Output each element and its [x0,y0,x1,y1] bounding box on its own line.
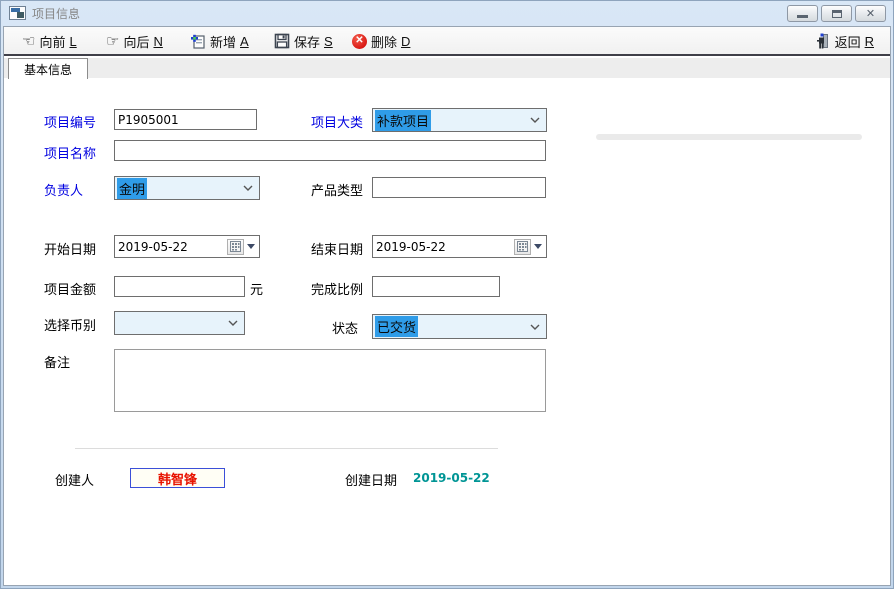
save-button[interactable]: 保存S [270,29,337,53]
product-type-input[interactable] [372,177,546,198]
start-date-value: 2019-05-22 [115,240,227,254]
project-category-select[interactable]: 补款项目 [372,108,547,132]
owner-value: 金明 [117,178,147,199]
window-icon [9,6,26,20]
currency-select[interactable] [114,311,245,335]
currency-label: 选择币别 [44,315,96,334]
tab-basic-info-label: 基本信息 [24,61,72,78]
project-name-label: 项目名称 [44,143,96,162]
creator-label: 创建人 [55,470,94,489]
next-button[interactable]: ☞ 向后N [102,29,167,53]
creator-value: 韩智锋 [158,469,197,488]
save-icon [274,33,290,49]
status-label: 状态 [332,318,358,337]
amount-unit: 元 [250,279,263,298]
start-date-label: 开始日期 [44,239,96,258]
return-button-label: 返回 [835,32,861,51]
close-icon: ✕ [866,8,875,19]
project-category-label: 项目大类 [311,112,363,131]
project-category-value: 补款项目 [375,110,431,131]
delete-button[interactable]: ✕ 删除D [348,29,414,53]
end-date-value: 2019-05-22 [373,240,514,254]
window-title: 项目信息 [32,5,80,22]
basic-info-page: 项目编号 项目大类 补款项目 项目名称 负责人 金明 产品类型 开始日期 201… [4,79,890,585]
decorative-strip [596,134,862,140]
calendar-icon[interactable] [227,239,244,255]
owner-select[interactable]: 金明 [114,176,260,200]
delete-icon: ✕ [352,34,367,49]
chevron-down-icon [530,324,540,330]
dropdown-arrow-icon [247,244,255,249]
section-divider [75,448,498,449]
tab-basic-info[interactable]: 基本信息 [8,58,88,79]
chevron-down-icon [228,320,238,326]
create-date-value: 2019-05-22 [413,471,490,485]
delete-button-label: 删除 [371,32,397,51]
toolbar: ☜ 向前L ☞ 向后N 新增A [4,27,890,56]
save-button-label: 保存 [294,32,320,51]
hand-left-icon: ☜ [22,34,35,49]
add-icon [190,33,206,49]
status-select[interactable]: 已交货 [372,314,547,339]
chevron-down-icon [530,117,540,123]
prev-button-label: 向前 [39,32,65,51]
maximize-icon [832,10,842,18]
completion-label: 完成比例 [311,279,363,298]
amount-input[interactable] [114,276,245,297]
minimize-icon [797,15,808,18]
amount-label: 项目金额 [44,279,96,298]
project-info-window: 项目信息 ✕ ☜ 向前L ☞ 向后N [0,0,894,589]
remarks-textarea[interactable] [114,349,546,412]
hand-right-icon: ☞ [106,34,119,49]
creator-value-box: 韩智锋 [130,468,225,488]
return-button[interactable]: 返回R [811,29,878,53]
dropdown-arrow-icon [534,244,542,249]
close-button[interactable]: ✕ [855,5,886,22]
calendar-icon[interactable] [514,239,531,255]
owner-label: 负责人 [44,180,83,199]
maximize-button[interactable] [821,5,852,22]
chevron-down-icon [243,185,253,191]
titlebar: 项目信息 ✕ [0,0,894,26]
project-no-label: 项目编号 [44,112,96,131]
add-button[interactable]: 新增A [186,29,253,53]
next-button-label: 向后 [123,32,149,51]
project-name-input[interactable] [114,140,546,161]
completion-input[interactable] [372,276,500,297]
end-date-label: 结束日期 [311,239,363,258]
prev-button[interactable]: ☜ 向前L [18,29,81,53]
exit-door-icon [815,33,831,49]
tab-strip: 基本信息 [4,58,890,79]
product-type-label: 产品类型 [311,180,363,199]
start-date-picker[interactable]: 2019-05-22 [114,235,260,258]
project-no-input[interactable] [114,109,257,130]
minimize-button[interactable] [787,5,818,22]
status-value: 已交货 [375,316,418,337]
add-button-label: 新增 [210,32,236,51]
client-area: ☜ 向前L ☞ 向后N 新增A [3,26,891,586]
create-date-label: 创建日期 [345,470,397,489]
remarks-label: 备注 [44,352,70,371]
end-date-picker[interactable]: 2019-05-22 [372,235,547,258]
